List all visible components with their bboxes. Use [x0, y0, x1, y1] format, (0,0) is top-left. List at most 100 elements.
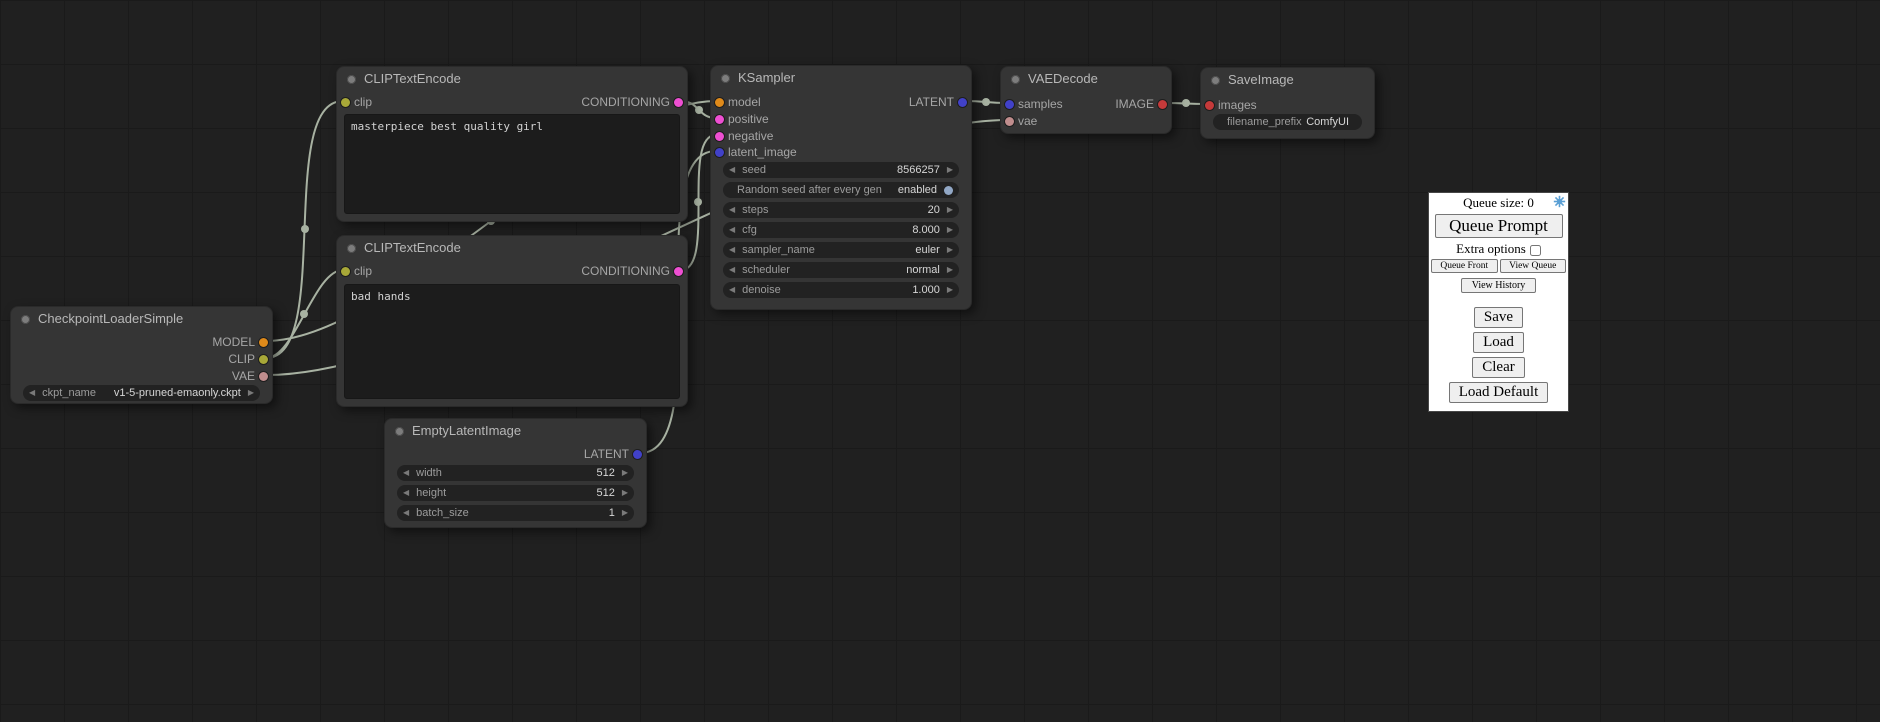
widget-label: Random seed after every gen	[737, 184, 882, 196]
height-widget[interactable]: ◀ height 512 ▶	[397, 485, 634, 501]
seed-widget[interactable]: ◀ seed 8566257 ▶	[723, 162, 959, 178]
model-input-dot[interactable]	[715, 98, 724, 107]
node-empty-latent-image[interactable]: EmptyLatentImage LATENT ◀ width 512 ▶ ◀ …	[384, 418, 647, 528]
slot-label: CLIP	[228, 352, 255, 366]
images-input-dot[interactable]	[1205, 101, 1214, 110]
node-vae-decode[interactable]: VAEDecode samples vae IMAGE	[1000, 66, 1172, 134]
conditioning-output-dot[interactable]	[674, 267, 683, 276]
latent-output-dot[interactable]	[633, 450, 642, 459]
decrement-arrow-icon[interactable]: ◀	[403, 505, 409, 521]
widget-value: 1	[609, 507, 615, 519]
latent-output-dot[interactable]	[958, 98, 967, 107]
node-title: VAEDecode	[1001, 67, 1171, 91]
samples-input-dot[interactable]	[1005, 100, 1014, 109]
widget-label: batch_size	[416, 507, 469, 519]
node-save-image[interactable]: SaveImage images filename_prefix ComfyUI	[1200, 67, 1375, 139]
save-button[interactable]: Save	[1474, 307, 1523, 328]
decrement-arrow-icon[interactable]: ◀	[403, 465, 409, 481]
decrement-arrow-icon[interactable]: ◀	[729, 242, 735, 258]
clear-button[interactable]: Clear	[1472, 357, 1524, 378]
decrement-arrow-icon[interactable]: ◀	[729, 262, 735, 278]
load-button[interactable]: Load	[1473, 332, 1524, 353]
increment-arrow-icon[interactable]: ▶	[248, 385, 254, 401]
increment-arrow-icon[interactable]: ▶	[947, 242, 953, 258]
node-title: CheckpointLoaderSimple	[11, 307, 272, 331]
widget-value: 512	[596, 487, 614, 499]
slot-label: clip	[354, 95, 372, 109]
positive-prompt-textarea[interactable]: masterpiece best quality girl	[344, 114, 680, 214]
slot-label: model	[728, 95, 761, 109]
link-midpoint-dot[interactable]	[695, 106, 703, 114]
increment-arrow-icon[interactable]: ▶	[947, 162, 953, 178]
ckpt-name-widget[interactable]: ◀ ckpt_name v1-5-pruned-emaonly.ckpt ▶	[23, 385, 260, 401]
view-history-button[interactable]: View History	[1461, 278, 1537, 293]
increment-arrow-icon[interactable]: ▶	[622, 505, 628, 521]
slot-label: negative	[728, 129, 773, 143]
view-queue-button[interactable]: View Queue	[1500, 259, 1567, 273]
clip-input-dot[interactable]	[341, 267, 350, 276]
link-midpoint-dot[interactable]	[1182, 99, 1190, 107]
settings-gear-icon[interactable]	[1553, 195, 1566, 208]
widget-label: steps	[742, 204, 768, 216]
node-checkpoint-loader[interactable]: CheckpointLoaderSimple MODEL CLIP VAE ◀ …	[10, 306, 273, 404]
queue-front-button[interactable]: Queue Front	[1431, 259, 1498, 273]
width-widget[interactable]: ◀ width 512 ▶	[397, 465, 634, 481]
conditioning-output-dot[interactable]	[674, 98, 683, 107]
slot-label: positive	[728, 112, 769, 126]
clip-output-dot[interactable]	[259, 355, 268, 364]
node-ksampler[interactable]: KSampler model positive negative latent_…	[710, 65, 972, 310]
filename-prefix-widget[interactable]: filename_prefix ComfyUI	[1213, 114, 1362, 130]
slot-label: LATENT	[584, 447, 629, 461]
decrement-arrow-icon[interactable]: ◀	[729, 282, 735, 298]
node-clip-text-encode-positive[interactable]: CLIPTextEncode clip CONDITIONING masterp…	[336, 66, 688, 222]
decrement-arrow-icon[interactable]: ◀	[729, 222, 735, 238]
link-midpoint-dot[interactable]	[300, 310, 308, 318]
positive-input-dot[interactable]	[715, 115, 724, 124]
toggle-on-dot[interactable]	[944, 186, 953, 195]
link-midpoint-dot[interactable]	[694, 198, 702, 206]
input-slot-vae: vae	[1001, 114, 1037, 128]
queue-prompt-button[interactable]: Queue Prompt	[1435, 214, 1563, 238]
vae-output-dot[interactable]	[259, 372, 268, 381]
decrement-arrow-icon[interactable]: ◀	[729, 202, 735, 218]
random-seed-toggle-widget[interactable]: Random seed after every gen enabled	[723, 182, 959, 198]
increment-arrow-icon[interactable]: ▶	[947, 282, 953, 298]
clip-input-dot[interactable]	[341, 98, 350, 107]
slot-label: IMAGE	[1115, 97, 1154, 111]
decrement-arrow-icon[interactable]: ◀	[403, 485, 409, 501]
increment-arrow-icon[interactable]: ▶	[622, 465, 628, 481]
model-output-dot[interactable]	[259, 338, 268, 347]
graph-canvas[interactable]: { "colors": { "model": "#df8a1a", "clip"…	[0, 0, 1880, 722]
link-midpoint-dot[interactable]	[982, 98, 990, 106]
cfg-widget[interactable]: ◀ cfg 8.000 ▶	[723, 222, 959, 238]
node-clip-text-encode-negative[interactable]: CLIPTextEncode clip CONDITIONING bad han…	[336, 235, 688, 407]
scheduler-widget[interactable]: ◀ scheduler normal ▶	[723, 262, 959, 278]
steps-widget[interactable]: ◀ steps 20 ▶	[723, 202, 959, 218]
input-slot-positive: positive	[711, 112, 769, 126]
increment-arrow-icon[interactable]: ▶	[622, 485, 628, 501]
slot-label: MODEL	[212, 335, 255, 349]
increment-arrow-icon[interactable]: ▶	[947, 262, 953, 278]
negative-input-dot[interactable]	[715, 132, 724, 141]
input-slot-clip: clip	[337, 95, 372, 109]
input-slot-model: model	[711, 95, 761, 109]
increment-arrow-icon[interactable]: ▶	[947, 222, 953, 238]
decrement-arrow-icon[interactable]: ◀	[29, 385, 35, 401]
increment-arrow-icon[interactable]: ▶	[947, 202, 953, 218]
link-midpoint-dot[interactable]	[301, 225, 309, 233]
widget-value: normal	[906, 264, 940, 276]
extra-options-checkbox[interactable]	[1530, 245, 1541, 256]
denoise-widget[interactable]: ◀ denoise 1.000 ▶	[723, 282, 959, 298]
widget-label: sampler_name	[742, 244, 815, 256]
input-slot-negative: negative	[711, 129, 773, 143]
load-default-button[interactable]: Load Default	[1449, 382, 1549, 403]
sampler-name-widget[interactable]: ◀ sampler_name euler ▶	[723, 242, 959, 258]
latent-image-input-dot[interactable]	[715, 148, 724, 157]
vae-input-dot[interactable]	[1005, 117, 1014, 126]
batch-size-widget[interactable]: ◀ batch_size 1 ▶	[397, 505, 634, 521]
image-output-dot[interactable]	[1158, 100, 1167, 109]
output-slot-conditioning: CONDITIONING	[581, 264, 687, 278]
negative-prompt-textarea[interactable]: bad hands	[344, 284, 680, 399]
widget-label: width	[416, 467, 442, 479]
decrement-arrow-icon[interactable]: ◀	[729, 162, 735, 178]
